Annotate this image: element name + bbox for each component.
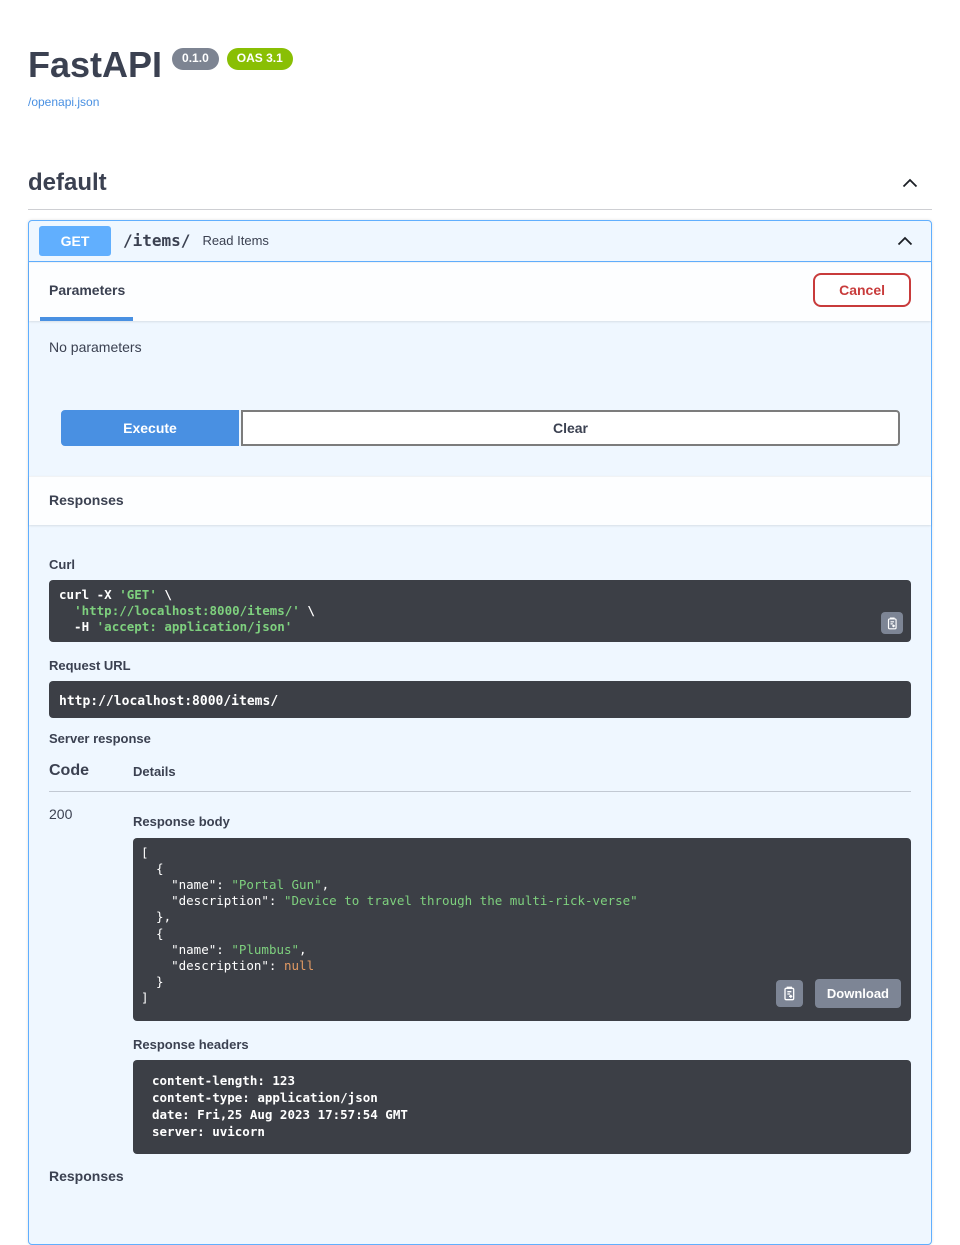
parameters-section-header: Parameters Cancel — [29, 262, 931, 321]
oas-version-badge: OAS 3.1 — [227, 48, 293, 70]
curl-label: Curl — [49, 557, 911, 572]
version-badge: 0.1.0 — [172, 48, 219, 70]
responses-content: Curl curl -X 'GET' \ 'http://localhost:8… — [29, 525, 931, 1244]
http-method-badge[interactable]: GET — [39, 226, 111, 256]
response-body-actions: Download — [776, 979, 901, 1008]
opblock-summary[interactable]: GET /items/ Read Items — [29, 221, 931, 262]
documented-responses-label: Responses — [49, 1168, 911, 1184]
api-badges: 0.1.0 OAS 3.1 — [172, 48, 293, 70]
swagger-ui-page: FastAPI 0.1.0 OAS 3.1 /openapi.json defa… — [0, 0, 960, 1245]
download-button[interactable]: Download — [815, 979, 901, 1008]
execute-button[interactable]: Execute — [61, 410, 239, 446]
clipboard-icon — [781, 985, 797, 1001]
no-parameters-text: No parameters — [49, 339, 142, 355]
cancel-button[interactable]: Cancel — [813, 273, 911, 307]
response-body-label: Response body — [133, 814, 911, 829]
code-column-header: Code — [49, 762, 133, 792]
api-info-header: FastAPI 0.1.0 OAS 3.1 — [28, 45, 932, 85]
details-column-header: Details — [133, 762, 911, 792]
server-response-label: Server response — [49, 731, 911, 746]
response-details-cell: Response body [ { "name": "Portal Gun", … — [133, 792, 911, 1154]
execute-button-group: Execute Clear — [29, 392, 931, 476]
server-response-table: Code Details 200 Response body [ { "name… — [49, 762, 911, 1154]
opblock-get-items: GET /items/ Read Items Parameters Cancel… — [28, 220, 932, 1245]
status-code-value: 200 — [49, 792, 133, 1154]
response-headers-label: Response headers — [133, 1037, 911, 1052]
responses-section-title: Responses — [49, 492, 124, 508]
tag-section-header[interactable]: default — [28, 169, 932, 210]
request-url-value: http://localhost:8000/items/ — [59, 694, 278, 709]
request-url-block: http://localhost:8000/items/ — [49, 681, 911, 718]
operation-summary-text: Read Items — [202, 233, 268, 248]
api-title: FastAPI — [28, 45, 162, 85]
curl-code-block: curl -X 'GET' \ 'http://localhost:8000/i… — [49, 580, 911, 642]
response-headers-text: content-length: 123content-type: applica… — [152, 1072, 901, 1140]
operation-path: /items/ — [123, 231, 190, 250]
request-url-label: Request URL — [49, 658, 911, 673]
parameters-content: No parameters — [29, 321, 931, 392]
copy-to-clipboard-button[interactable] — [881, 612, 903, 634]
collapse-operation-icon[interactable] — [895, 231, 915, 251]
openapi-spec-link[interactable]: /openapi.json — [28, 95, 99, 109]
chevron-up-icon[interactable] — [900, 173, 920, 193]
response-body-code-block: [ { "name": "Portal Gun", "description":… — [133, 838, 911, 1021]
response-headers-block: content-length: 123content-type: applica… — [133, 1060, 911, 1154]
curl-command-text: curl -X 'GET' \ 'http://localhost:8000/i… — [59, 587, 877, 635]
responses-section-header: Responses — [29, 476, 931, 525]
active-tab-underline — [40, 317, 133, 321]
clear-button[interactable]: Clear — [241, 410, 900, 446]
copy-response-button[interactable] — [776, 980, 803, 1007]
tag-section-title: default — [28, 169, 107, 197]
clipboard-icon — [885, 616, 899, 630]
tab-parameters[interactable]: Parameters — [49, 282, 125, 298]
